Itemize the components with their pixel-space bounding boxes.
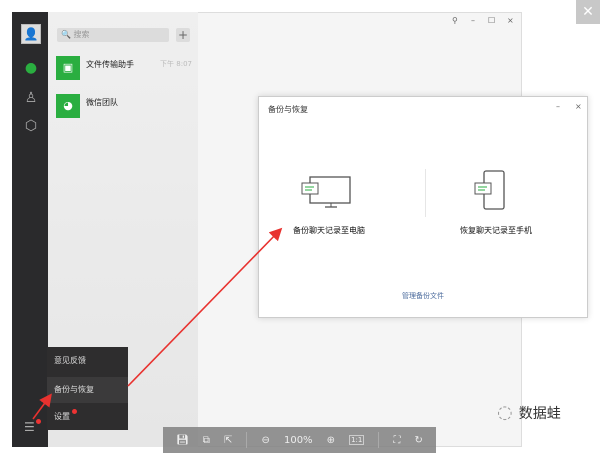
restore-to-phone-button[interactable]: 恢复聊天记录至手机 bbox=[431, 225, 561, 236]
save-icon[interactable]: 💾︎ bbox=[176, 435, 189, 446]
main-menu-popup: 意见反馈 备份与恢复 设置 bbox=[47, 347, 128, 430]
pin-button[interactable]: ⚲ bbox=[452, 16, 458, 25]
watermark: ◌ 数据蛙 bbox=[497, 402, 561, 423]
search-placeholder: 搜索 bbox=[73, 30, 90, 39]
rotate-icon[interactable]: ↻ bbox=[415, 435, 423, 446]
zoom-in-icon[interactable]: ⊕ bbox=[327, 435, 335, 446]
actual-size-button[interactable]: 1:1 bbox=[349, 435, 365, 445]
phone-icon[interactable] bbox=[474, 169, 508, 213]
watermark-text: 数据蛙 bbox=[518, 405, 561, 422]
dialog-close-button[interactable]: × bbox=[575, 102, 582, 111]
favorites-box-icon[interactable]: ⬡ bbox=[20, 118, 42, 134]
chat-item-file-transfer[interactable]: ▣ 文件传输助手 下午 8:07 bbox=[56, 56, 192, 82]
wechat-icon: ◕ bbox=[56, 94, 80, 118]
maximize-button[interactable]: ☐ bbox=[488, 16, 495, 25]
contacts-icon[interactable]: ♙ bbox=[20, 90, 42, 106]
chat-time: 下午 8:07 bbox=[160, 60, 192, 68]
notification-dot bbox=[36, 419, 41, 424]
share-icon[interactable]: ⇱ bbox=[224, 435, 232, 446]
backup-restore-dialog: 备份与恢复 – × 备份聊天记录至电脑 恢复聊天记录至手机 管理备份文件 bbox=[258, 96, 588, 318]
chat-item-wechat-team[interactable]: ◕ 微信团队 bbox=[56, 94, 192, 120]
add-button[interactable]: + bbox=[176, 28, 190, 42]
chat-name: 微信团队 bbox=[86, 98, 118, 107]
dialog-minimize-button[interactable]: – bbox=[556, 102, 560, 111]
separator bbox=[246, 432, 248, 448]
image-viewer-toolbar: 💾︎ ⧉ ⇱ ⊖ 100% ⊕ 1:1 ⛶ ↻ bbox=[163, 427, 436, 453]
avatar[interactable]: 👤 bbox=[21, 24, 41, 44]
search-input[interactable]: 🔍 搜索 bbox=[57, 28, 169, 42]
close-button[interactable]: × bbox=[507, 16, 514, 25]
dialog-title: 备份与恢复 bbox=[268, 105, 308, 114]
divider bbox=[425, 169, 426, 217]
backup-to-pc-button[interactable]: 备份聊天记录至电脑 bbox=[264, 225, 394, 236]
minimize-button[interactable]: – bbox=[471, 16, 475, 25]
fit-screen-icon[interactable]: ⛶ bbox=[393, 435, 400, 446]
chat-name: 文件传输助手 bbox=[86, 60, 134, 69]
menu-item-backup-restore[interactable]: 备份与恢复 bbox=[47, 377, 128, 403]
viewer-close-button[interactable]: ✕ bbox=[576, 0, 600, 24]
zoom-out-icon[interactable]: ⊖ bbox=[262, 435, 270, 446]
notification-dot bbox=[72, 409, 77, 414]
sidebar bbox=[12, 12, 48, 447]
menu-item-settings[interactable]: 设置 bbox=[47, 404, 128, 430]
computer-icon[interactable] bbox=[301, 173, 353, 209]
separator bbox=[378, 432, 380, 448]
chat-icon[interactable]: ● bbox=[20, 60, 42, 76]
folder-transfer-icon: ▣ bbox=[56, 56, 80, 80]
copy-icon[interactable]: ⧉ bbox=[203, 435, 210, 446]
manage-backup-files-link[interactable]: 管理备份文件 bbox=[259, 291, 587, 301]
menu-hamburger-icon[interactable]: ☰ bbox=[24, 420, 35, 434]
zoom-level: 100% bbox=[283, 434, 313, 446]
wechat-logo-icon: ◌ bbox=[497, 402, 513, 423]
menu-item-feedback[interactable]: 意见反馈 bbox=[47, 348, 128, 374]
